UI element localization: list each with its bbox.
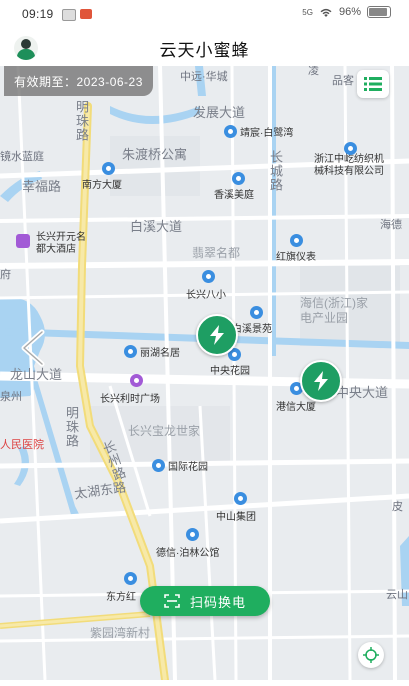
poi-baixijingyuan: 白溪景苑 [232, 306, 272, 335]
charging-station-marker[interactable] [300, 360, 342, 402]
poi-pin-icon [124, 572, 137, 585]
scan-button-label: 扫码换电 [189, 594, 246, 610]
battery-icon [367, 6, 391, 18]
poi-pin-icon [186, 528, 199, 541]
status-bar: 09:19 5G 96% [0, 0, 409, 30]
scan-icon [164, 594, 180, 608]
poi-haide: 海德 [380, 219, 402, 231]
expiry-badge: 有效期至：2023-06-23 [4, 66, 153, 96]
road-zhongyang-dadao: 中央大道 [336, 385, 389, 400]
road-mingzhu-top: 明珠路 [74, 100, 89, 142]
mall-icon [130, 374, 143, 387]
poi-lidu: 丽湖名居 [124, 344, 180, 359]
poi-pin-icon [224, 125, 237, 138]
poi-zhudu: 朱渡桥公寓 [122, 147, 188, 162]
wifi-icon [320, 8, 332, 17]
poi-zhongyuan: 中远·华城 [180, 71, 228, 83]
road-fazhan: 发展大道 [193, 105, 246, 120]
poi-jingtang: 镜水蓝庭 [0, 151, 44, 163]
poi-fu: 府 [0, 269, 11, 281]
crosshair-icon [363, 647, 379, 663]
poi-nanfang: 南方大厦 [82, 162, 122, 191]
poi-baolong: 长兴宝龙世家 [128, 424, 201, 438]
road-baixi: 白溪大道 [130, 219, 183, 234]
poi-pin-icon [202, 270, 215, 283]
notification-icon [62, 9, 76, 21]
poi-pin-icon [234, 492, 247, 505]
poi-zhongshan: 中山集团 [216, 492, 256, 523]
poi-ziyuwan: 紫园湾新村 [90, 626, 151, 640]
scan-swap-button[interactable]: 扫码换电 [140, 586, 270, 616]
poi-pinke: 品客 [332, 75, 354, 87]
poi-quan: 泉州 [0, 391, 22, 403]
map-view[interactable]: 有效期至：2023-06-23 中远·华城 凌 品客 发展大道 明珠路 靖宸·白… [0, 66, 409, 680]
poi-pin-icon [124, 345, 137, 358]
poi-pi: 皮 [392, 501, 403, 513]
poi-pin-icon [344, 142, 357, 155]
list-icon [364, 77, 382, 91]
app-bar: 云天小蜜蜂 [0, 30, 409, 66]
poi-pin-icon [152, 459, 165, 472]
charging-station-marker[interactable] [196, 314, 238, 356]
back-arrow-button[interactable] [14, 328, 54, 368]
poi-lishi: 长兴利时广场 [100, 374, 160, 405]
poi-changxing8: 长兴八小 [186, 270, 226, 301]
poi-guoji: 国际花园 [152, 458, 208, 473]
app-title: 云天小蜜蜂 [159, 41, 250, 60]
poi-dongfang: 东方红 [106, 572, 137, 603]
poi-pin-icon [250, 306, 263, 319]
poi-yunshan: 云山 [386, 589, 408, 601]
poi-kaiyuan: 长兴开元名 都大酒店 [36, 232, 86, 255]
locate-button[interactable] [358, 642, 384, 668]
bottom-tab-bar [0, 680, 409, 686]
poi-xiangxi: 香溪美庭 [214, 172, 254, 201]
battery-percent: 96% [338, 6, 361, 18]
road-changcheng: 长城路 [268, 150, 283, 192]
poi-dexin: 德信·泊林公馆 [156, 528, 219, 559]
app-notification-icon [80, 9, 92, 19]
poi-ling: 凌 [308, 66, 319, 77]
poi-pin-icon [232, 172, 245, 185]
poi-hongqi: 红旗仪表 [276, 234, 316, 263]
chevron-left-icon [21, 329, 45, 367]
poi-zhejiang-textile: 浙江中屹纺织机 械科技有限公司 [314, 142, 384, 178]
status-indicators: 5G 96% [302, 6, 391, 18]
poi-gangxin: 港信大厦 [276, 382, 316, 413]
road-xingfu: 幸福路 [22, 179, 62, 194]
poi-zhongyang: 中央花园 [210, 348, 250, 377]
poi-pin-icon [102, 162, 115, 175]
poi-jingchen: 靖宸·白鹭湾 [224, 124, 293, 139]
poi-haixin: 海信(浙江)家 电产业园 [300, 296, 368, 325]
poi-renmin: 人民医院 [0, 439, 44, 451]
poi-pin-icon [290, 234, 303, 247]
lightning-icon [210, 325, 224, 345]
road-mingzhu-bottom: 明珠路 [64, 406, 79, 448]
status-time: 09:19 [22, 7, 54, 21]
list-button[interactable] [357, 70, 389, 98]
signal-label: 5G [302, 7, 313, 17]
lightning-icon [314, 371, 328, 391]
hotel-icon [16, 234, 30, 248]
poi-feicui: 翡翠名都 [192, 246, 241, 260]
